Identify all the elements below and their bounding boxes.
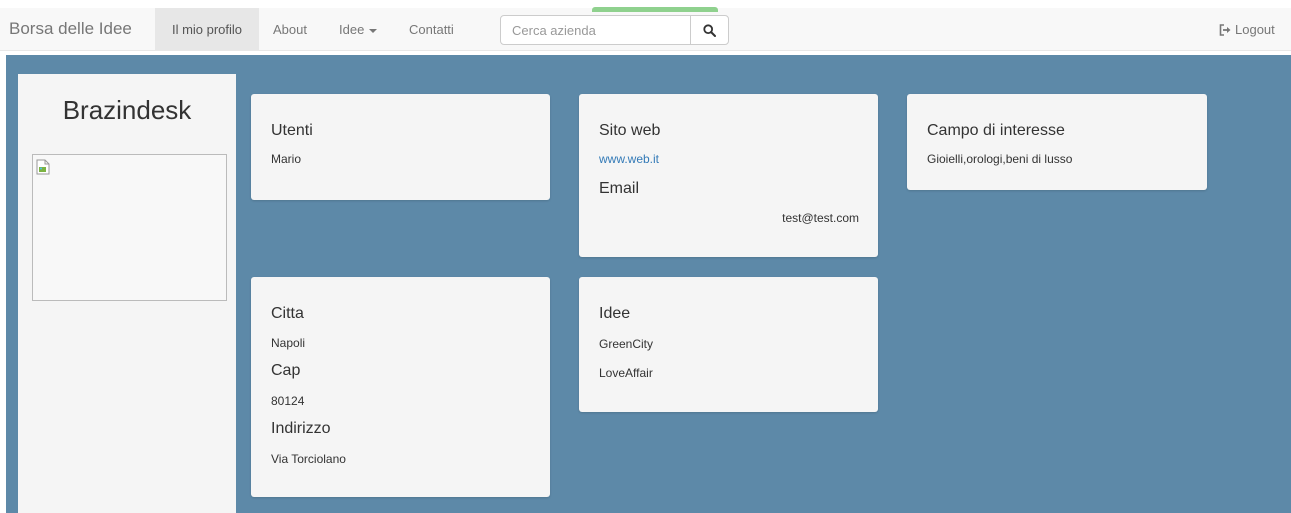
utenti-user-item: Mario (271, 152, 302, 166)
caret-down-icon (369, 28, 378, 33)
idee-title: Idee (599, 305, 631, 322)
nav-item-about[interactable]: About (273, 8, 307, 51)
campo-interesse-value: Gioielli,orologi,beni di lusso (927, 152, 1073, 166)
navbar: Borsa delle Idee Il mio profilo About Id… (0, 7, 1291, 51)
card-idee: Idee GreenCity LoveAffair (579, 277, 878, 412)
cap-value: 80124 (271, 394, 305, 408)
idee-list-item[interactable]: GreenCity (599, 337, 653, 351)
card-sito-web: Sito web www.web.it Email test@test.com (579, 94, 878, 257)
broken-image-icon (36, 159, 50, 175)
email-value: test@test.com (782, 211, 859, 225)
indirizzo-value: Via Torciolano (271, 452, 346, 466)
sito-web-title: Sito web (599, 122, 661, 139)
sito-web-link[interactable]: www.web.it (599, 152, 659, 166)
company-image (32, 154, 227, 301)
logout-label: Logout (1235, 22, 1275, 37)
search-input[interactable] (500, 15, 691, 45)
email-title: Email (599, 180, 640, 197)
search-icon (703, 23, 716, 37)
utenti-title: Utenti (271, 122, 313, 139)
logout-icon (1219, 23, 1231, 36)
logout-link[interactable]: Logout (1219, 8, 1275, 51)
nav-item-idee-label: Idee (339, 22, 365, 37)
nav-item-profilo[interactable]: Il mio profilo (155, 8, 259, 51)
search-button[interactable] (690, 15, 729, 45)
nav-item-idee-dropdown[interactable]: Idee (339, 8, 378, 51)
card-utenti: Utenti Mario (251, 94, 550, 200)
company-name: Brazindesk (62, 95, 192, 125)
campo-interesse-title: Campo di interesse (927, 122, 1065, 139)
card-indirizzo: Citta Napoli Cap 80124 Indirizzo Via Tor… (251, 277, 550, 497)
green-accent-bar (592, 7, 718, 12)
profile-sidebar: Brazindesk (18, 74, 236, 513)
navbar-brand[interactable]: Borsa delle Idee (9, 8, 132, 51)
citta-value: Napoli (271, 336, 306, 350)
cap-title: Cap (271, 362, 301, 379)
idee-list-item[interactable]: LoveAffair (599, 366, 653, 380)
indirizzo-title: Indirizzo (271, 420, 331, 437)
citta-title: Citta (271, 305, 304, 322)
nav-item-contatti[interactable]: Contatti (409, 8, 454, 51)
card-campo-interesse: Campo di interesse Gioielli,orologi,beni… (907, 94, 1207, 190)
